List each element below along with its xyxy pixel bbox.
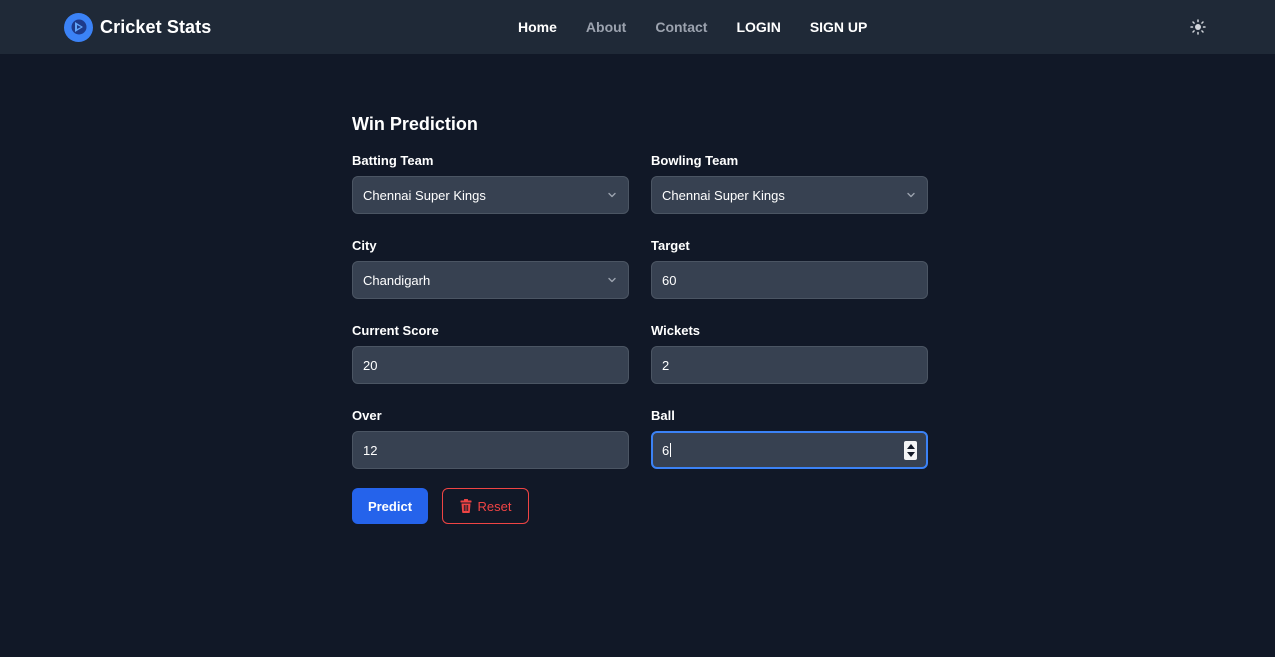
city-value: Chandigarh	[363, 272, 431, 288]
sun-icon	[1190, 19, 1206, 35]
over-label: Over	[352, 408, 382, 423]
nav-login-link[interactable]: LOGIN	[736, 19, 780, 35]
number-spinner[interactable]	[904, 441, 917, 460]
theme-toggle-button[interactable]	[1188, 17, 1208, 37]
form-title: Win Prediction	[352, 114, 478, 134]
spinner-up-icon[interactable]	[906, 444, 915, 450]
current-score-value: 20	[363, 357, 378, 373]
spinner-down-icon[interactable]	[906, 451, 915, 457]
wickets-value: 2	[662, 357, 670, 373]
reset-button[interactable]: Reset	[442, 488, 529, 524]
city-select[interactable]: Chandigarh	[352, 261, 629, 299]
logo-icon	[64, 12, 93, 42]
trash-icon	[460, 499, 472, 513]
target-value: 60	[662, 272, 677, 288]
nav-contact-link[interactable]: Contact	[655, 19, 707, 35]
predict-button[interactable]: Predict	[352, 488, 428, 524]
city-label: City	[352, 238, 377, 253]
text-caret	[670, 443, 672, 457]
over-value: 12	[363, 442, 378, 458]
nav-about-link[interactable]: About	[586, 19, 626, 35]
nav-home-link[interactable]: Home	[518, 19, 557, 35]
brand-name: Cricket Stats	[100, 16, 212, 37]
wickets-input[interactable]: 2	[651, 346, 928, 384]
wickets-label: Wickets	[651, 323, 701, 338]
batting-team-select[interactable]: Chennai Super Kings	[352, 176, 629, 214]
ball-label: Ball	[651, 408, 675, 423]
nav-links: Home About Contact LOGIN SIGN UP	[518, 0, 896, 54]
target-label: Target	[651, 238, 690, 253]
chevron-down-icon	[606, 189, 618, 201]
current-score-label: Current Score	[352, 323, 439, 338]
over-input[interactable]: 12	[352, 431, 629, 469]
batting-team-label: Batting Team	[352, 153, 434, 168]
reset-label: Reset	[477, 498, 512, 514]
chevron-down-icon	[905, 189, 917, 201]
chevron-down-icon	[606, 274, 618, 286]
bowling-team-value: Chennai Super Kings	[662, 187, 785, 203]
target-input[interactable]: 60	[651, 261, 928, 299]
current-score-input[interactable]: 20	[352, 346, 629, 384]
nav-signup-link[interactable]: SIGN UP	[810, 19, 868, 35]
batting-team-value: Chennai Super Kings	[363, 187, 486, 203]
brand[interactable]: Cricket Stats	[64, 12, 212, 42]
bowling-team-label: Bowling Team	[651, 153, 739, 168]
ball-value: 6	[662, 442, 670, 458]
ball-input[interactable]: 6	[651, 431, 928, 469]
navbar: Cricket Stats Home About Contact LOGIN S…	[0, 0, 1275, 54]
bowling-team-select[interactable]: Chennai Super Kings	[651, 176, 928, 214]
